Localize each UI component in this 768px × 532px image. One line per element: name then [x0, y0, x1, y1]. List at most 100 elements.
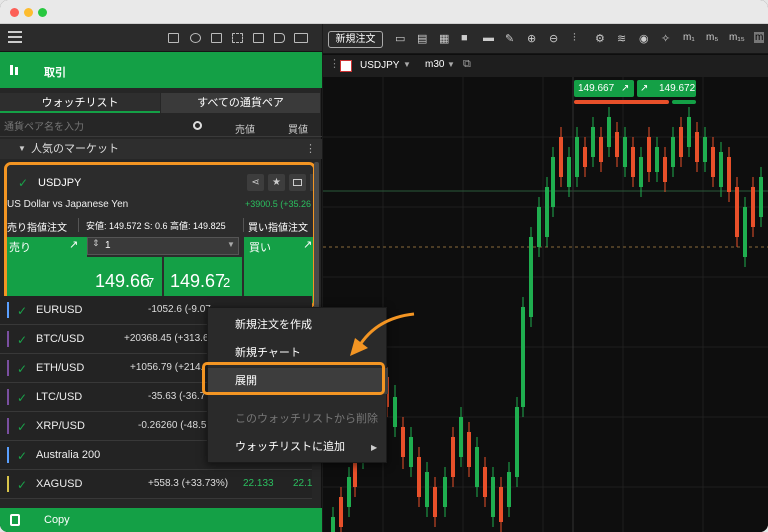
copy-bar[interactable]: Copy	[0, 508, 322, 532]
row-name: XRP/USD	[36, 420, 85, 432]
table-row[interactable]: ✓ XAGUSD +558.3 (+33.73%) 22.133 22.1	[0, 470, 312, 499]
candle-body	[515, 407, 519, 477]
mail-icon[interactable]	[168, 33, 179, 43]
jpy-icon[interactable]	[294, 33, 308, 43]
draw-icon[interactable]: ✎	[505, 32, 514, 45]
row-bid: 22.133	[243, 478, 274, 489]
search-input[interactable]	[4, 119, 204, 135]
card-header: ✓ USDJPY ⋖ ★ US Dollar vs Japanese Yen +…	[7, 165, 313, 215]
sell-button[interactable]: 売り ↗	[7, 237, 87, 305]
split-view-icon[interactable]: ▬	[483, 32, 494, 44]
stepper-arrows-icon[interactable]: ⇕	[92, 238, 100, 249]
flag-icon	[340, 60, 352, 72]
candle-body	[703, 137, 707, 162]
share-icon[interactable]: ⋖	[247, 174, 264, 191]
hand-icon[interactable]	[190, 33, 201, 43]
zoom-in-icon[interactable]: ⊕	[527, 32, 536, 45]
group-header[interactable]: ▼ 人気のマーケット ⋮	[0, 139, 322, 159]
dropdown-icon[interactable]: ▼	[403, 60, 411, 69]
more-icon[interactable]: ⋮	[305, 139, 316, 159]
copy-icon	[10, 514, 20, 526]
copy-label: Copy	[44, 514, 70, 526]
dropdown-icon[interactable]: ▼	[227, 240, 235, 249]
maximize-button[interactable]	[38, 8, 47, 17]
ask-pip: 2	[223, 275, 231, 290]
row-name: BTC/USD	[36, 333, 85, 345]
close-button[interactable]	[10, 8, 19, 17]
check-icon: ✓	[17, 449, 28, 463]
candle-body	[339, 497, 343, 527]
card-description: US Dollar vs Japanese Yen	[7, 199, 129, 210]
check-icon: ✓	[17, 304, 28, 318]
chart-buy-pill[interactable]: ↗ 149.672	[637, 80, 696, 97]
candle-body	[529, 237, 533, 317]
speaker-icon[interactable]	[274, 33, 285, 43]
arrow-up-right-icon: ↗	[303, 239, 313, 251]
calculator-icon[interactable]	[211, 33, 222, 43]
handle-icon[interactable]: ⋮	[329, 57, 340, 70]
timeframe-m30-icon[interactable]: m	[754, 32, 765, 43]
row-name: XAGUSD	[36, 478, 83, 490]
minimize-button[interactable]	[24, 8, 33, 17]
candle-body	[483, 467, 487, 497]
menu-item-remove[interactable]: このウォッチリストから削除	[208, 406, 388, 432]
monitor-icon[interactable]: ▭	[395, 32, 405, 45]
search-icon[interactable]	[193, 121, 202, 130]
chart-symbol[interactable]: USDJPY	[360, 60, 399, 71]
star-icon[interactable]: ★	[268, 174, 285, 191]
crop-icon[interactable]	[232, 33, 243, 43]
candle-body	[459, 417, 463, 457]
popout-icon[interactable]: ⧉	[463, 58, 471, 71]
row-color-marker	[7, 447, 9, 463]
candle-body	[401, 427, 405, 457]
layers-icon[interactable]: ≋	[617, 32, 626, 45]
chart-buy-price: 149.672	[659, 83, 696, 94]
check-icon: ✓	[17, 478, 28, 492]
candle-icon	[9, 65, 19, 75]
row-change: +1056.79 (+214.	[130, 362, 204, 373]
instrument-card[interactable]: ✓ USDJPY ⋖ ★ US Dollar vs Japanese Yen +…	[4, 162, 316, 308]
chart-icon[interactable]	[289, 174, 306, 191]
layout-icon[interactable]: ▤	[417, 32, 427, 45]
tab-watchlist[interactable]: ウォッチリスト	[0, 93, 160, 113]
drawing-tools-icon[interactable]: ⚙	[595, 32, 605, 45]
hamburger-menu-icon[interactable]	[8, 31, 22, 43]
candle-body	[551, 157, 555, 207]
candle-body	[425, 472, 429, 507]
candle-body	[599, 137, 603, 162]
settings-icon[interactable]: ✧	[661, 32, 670, 45]
arrow-up-right-icon: ↗	[621, 83, 630, 94]
dropdown-icon[interactable]: ▼	[447, 60, 455, 69]
row-change: +558.3 (+33.73%)	[148, 478, 229, 489]
candle-body	[631, 147, 635, 177]
candle-body	[409, 437, 413, 467]
grid-icon[interactable]: ▦	[439, 32, 449, 45]
menu-item-add-to-watchlist[interactable]: ウォッチリストに追加	[208, 434, 388, 460]
row-name: EURUSD	[36, 304, 83, 316]
candle-body	[647, 137, 651, 172]
zoom-out-icon[interactable]: ⊖	[549, 32, 558, 45]
column-sell: 売値	[235, 125, 255, 136]
timeframe-m1-icon[interactable]: m₁	[683, 32, 695, 43]
chart-header: ⋮ USDJPY ▼ m30 ▼ ⧉	[323, 55, 768, 77]
candle-body	[751, 187, 755, 227]
chart-timeframe[interactable]: m30	[425, 59, 444, 70]
chart-sell-pill[interactable]: 149.667 ↗	[574, 80, 634, 97]
timeframe-m5-icon[interactable]: m₅	[706, 32, 718, 43]
eye-icon[interactable]: ◉	[639, 32, 649, 45]
buy-limit-order[interactable]: 買い指値注文	[248, 219, 308, 234]
price-chart[interactable]	[323, 77, 768, 532]
card-symbol: USDJPY	[38, 177, 82, 189]
arrow-up-right-icon: ↗	[640, 83, 649, 94]
sell-limit-order[interactable]: 売り指値注文	[7, 219, 67, 234]
indicator-icon[interactable]: ⫶	[573, 32, 576, 45]
tab-all-pairs[interactable]: すべての通貨ペア	[161, 93, 320, 113]
row-name: ETH/USD	[36, 362, 85, 374]
check-icon: ✓	[17, 362, 28, 376]
window-icon[interactable]	[253, 33, 264, 43]
timeframe-m15-icon[interactable]: m₁₅	[729, 32, 745, 43]
new-order-button[interactable]: 新規注文	[328, 31, 383, 48]
single-view-icon[interactable]: ■	[461, 32, 468, 44]
quantity-stepper[interactable]: ⇕ 1 ▼	[87, 237, 239, 255]
candle-body	[545, 187, 549, 237]
